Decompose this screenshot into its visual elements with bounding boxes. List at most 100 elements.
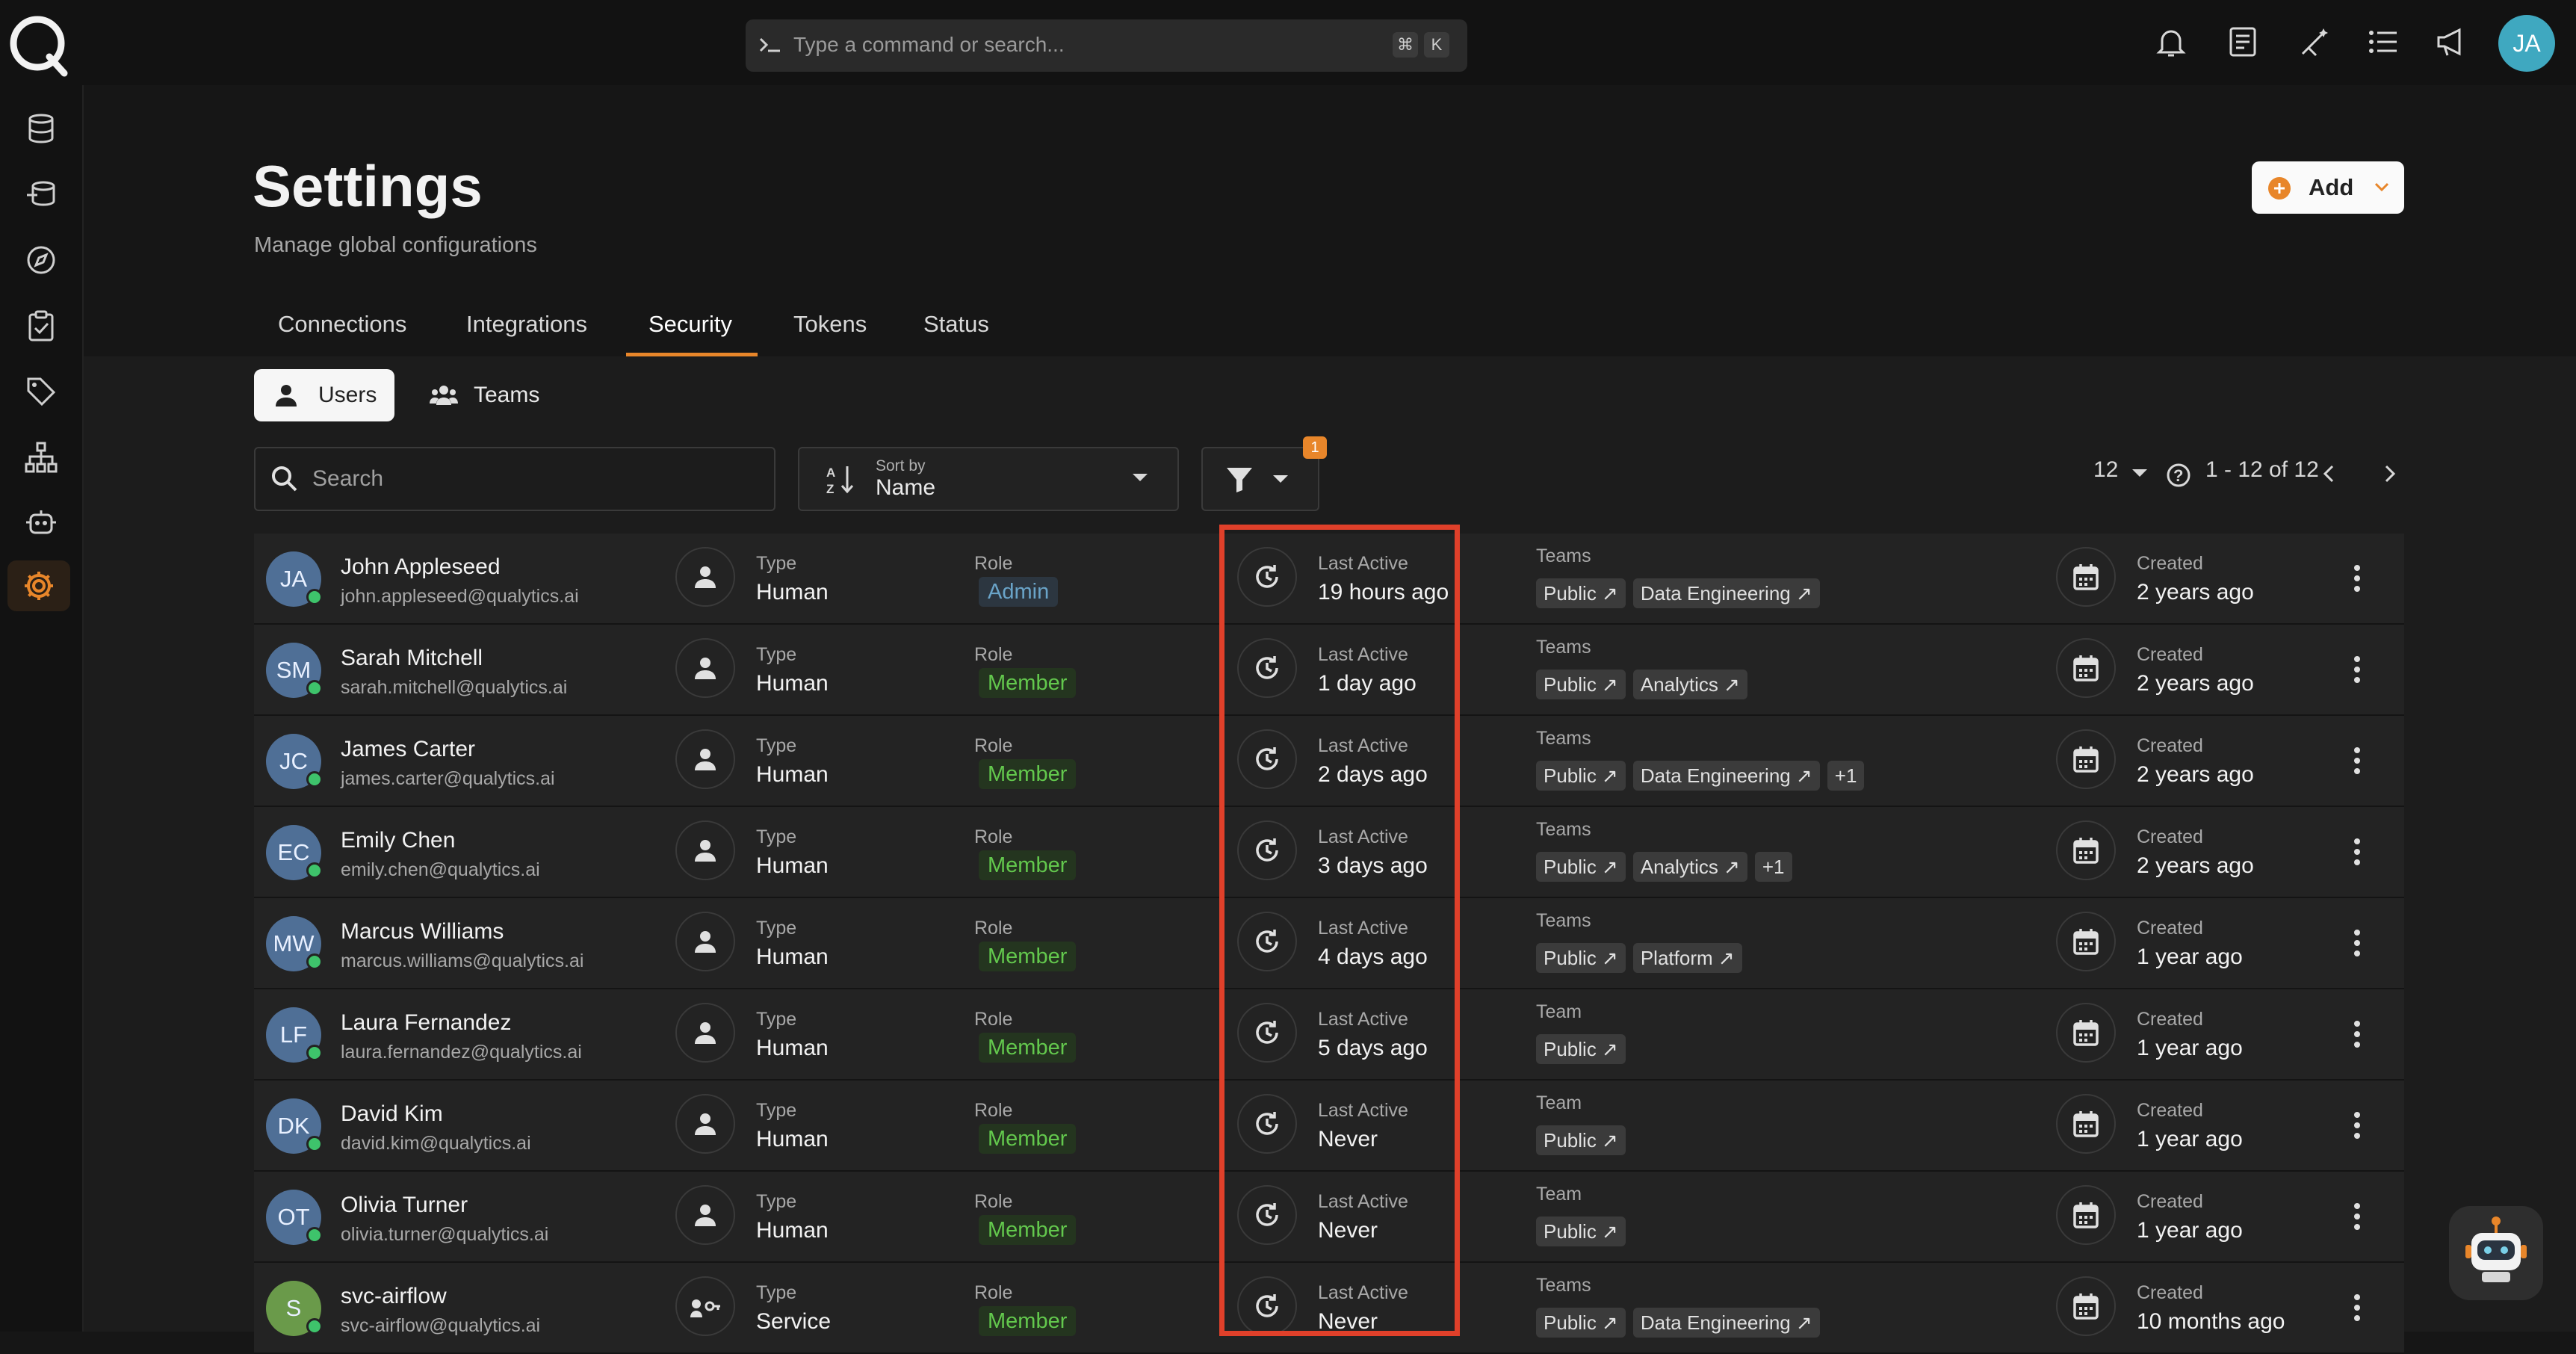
team-chip[interactable]: Public ↗ — [1536, 1308, 1626, 1338]
type-value: Human — [756, 853, 829, 878]
avatar: OT — [266, 1190, 323, 1245]
user-email: marcus.williams@qualytics.ai — [341, 950, 584, 971]
sort-select[interactable]: AZ Sort by Name — [798, 447, 1179, 511]
teams-label: Team — [1536, 1092, 1582, 1113]
more-options-icon[interactable] — [2352, 1019, 2362, 1049]
user-name[interactable]: Sarah Mitchell — [341, 646, 483, 671]
type-label: Type — [756, 553, 797, 574]
chevron-right-icon[interactable] — [2379, 462, 2400, 486]
team-chip[interactable]: Public ↗ — [1536, 1217, 1626, 1246]
tab-integrations[interactable]: Integrations — [466, 311, 587, 338]
user-name[interactable]: John Appleseed — [341, 554, 501, 580]
add-button-label: Add — [2309, 174, 2354, 200]
help-icon[interactable]: ? — [2165, 462, 2192, 489]
role-label: Role — [974, 644, 1013, 665]
online-status-dot — [306, 953, 323, 970]
caret-down-icon — [1272, 474, 1289, 484]
filter-icon — [1225, 466, 1254, 493]
list-icon[interactable] — [2367, 25, 2400, 58]
team-chip[interactable]: Public ↗ — [1536, 578, 1626, 608]
team-chip[interactable]: Analytics ↗ — [1632, 670, 1747, 699]
more-options-icon[interactable] — [2352, 563, 2362, 593]
team-chip[interactable]: Public ↗ — [1536, 852, 1626, 882]
team-chip[interactable]: Public ↗ — [1536, 1034, 1626, 1064]
compass-icon[interactable] — [20, 239, 62, 281]
user-name[interactable]: James Carter — [341, 737, 475, 762]
teams-label: Teams — [1536, 1275, 1591, 1296]
user-name[interactable]: Laura Fernandez — [341, 1010, 512, 1036]
robot-icon[interactable] — [20, 502, 62, 544]
created-label: Created — [2137, 1100, 2203, 1121]
created-label: Created — [2137, 918, 2203, 939]
created-label: Created — [2137, 553, 2203, 574]
sidebar — [0, 85, 84, 1332]
user-name[interactable]: svc-airflow — [341, 1284, 447, 1309]
user-name[interactable]: Marcus Williams — [341, 919, 504, 945]
team-chips: Public ↗ Analytics ↗ — [1536, 670, 1747, 699]
command-bar[interactable]: Type a command or search... ⌘ K — [746, 19, 1467, 72]
more-options-icon[interactable] — [2352, 746, 2362, 776]
team-chips: Public ↗ — [1536, 1125, 1626, 1155]
more-options-icon[interactable] — [2352, 1110, 2362, 1140]
team-chip[interactable]: Analytics ↗ — [1632, 852, 1747, 882]
tab-connections[interactable]: Connections — [278, 311, 406, 338]
user-name[interactable]: Emily Chen — [341, 828, 455, 853]
team-chip[interactable]: Public ↗ — [1536, 670, 1626, 699]
team-chip[interactable]: Public ↗ — [1536, 761, 1626, 791]
type-label: Type — [756, 1282, 797, 1303]
tab-status[interactable]: Status — [923, 311, 989, 338]
created-value: 2 years ago — [2137, 671, 2254, 696]
magic-wand-icon[interactable] — [2298, 25, 2331, 58]
filter-button[interactable] — [1201, 447, 1319, 511]
assistant-bot-button[interactable] — [2449, 1206, 2543, 1300]
more-options-icon[interactable] — [2352, 928, 2362, 958]
caret-down-icon[interactable] — [2131, 468, 2149, 478]
user-icon — [675, 1094, 735, 1154]
role-label: Role — [974, 553, 1013, 574]
hierarchy-icon[interactable] — [20, 436, 62, 478]
user-name[interactable]: Olivia Turner — [341, 1193, 468, 1218]
document-icon[interactable] — [2228, 25, 2258, 58]
calendar-icon — [2056, 547, 2116, 607]
bell-icon[interactable] — [2156, 25, 2186, 58]
last-active-highlight — [1219, 525, 1460, 1336]
data-flow-icon[interactable] — [20, 173, 62, 215]
avatar-initials: DK — [277, 1113, 310, 1139]
team-chip[interactable]: Data Engineering ↗ — [1632, 761, 1820, 791]
qualytics-logo[interactable] — [6, 12, 72, 78]
user-name[interactable]: David Kim — [341, 1101, 443, 1127]
more-options-icon[interactable] — [2352, 655, 2362, 684]
role-label: Role — [974, 1191, 1013, 1212]
team-chip[interactable]: +1 — [1827, 761, 1865, 791]
team-chip[interactable]: Public ↗ — [1536, 943, 1626, 973]
team-chip[interactable]: Public ↗ — [1536, 1125, 1626, 1155]
users-segment[interactable]: Users — [254, 369, 394, 421]
teams-segment[interactable]: Teams — [409, 369, 551, 421]
tab-security[interactable]: Security — [648, 311, 732, 338]
page-size-select[interactable]: 12 — [2093, 457, 2118, 483]
user-avatar[interactable]: JA — [2498, 15, 2555, 72]
chevron-left-icon[interactable] — [2319, 462, 2340, 486]
search-box[interactable] — [254, 447, 775, 511]
top-bar: Type a command or search... ⌘ K JA — [0, 0, 2576, 85]
terminal-icon — [758, 34, 783, 57]
database-icon[interactable] — [20, 108, 62, 149]
tab-tokens[interactable]: Tokens — [793, 311, 867, 338]
team-chip[interactable]: Data Engineering ↗ — [1632, 578, 1820, 608]
more-options-icon[interactable] — [2352, 1293, 2362, 1323]
type-label: Type — [756, 1191, 797, 1212]
more-options-icon[interactable] — [2352, 1202, 2362, 1231]
search-input[interactable] — [311, 463, 762, 495]
add-button[interactable]: Add — [2252, 161, 2404, 214]
user-email: john.appleseed@qualytics.ai — [341, 586, 579, 607]
team-chip[interactable]: Data Engineering ↗ — [1632, 1308, 1820, 1338]
more-options-icon[interactable] — [2352, 837, 2362, 867]
created-label: Created — [2137, 1191, 2203, 1212]
checklist-icon[interactable] — [20, 305, 62, 347]
team-chip[interactable]: +1 — [1754, 852, 1792, 882]
created-label: Created — [2137, 735, 2203, 756]
tag-icon[interactable] — [20, 371, 62, 412]
gear-icon[interactable] — [7, 560, 70, 611]
megaphone-icon[interactable] — [2436, 25, 2468, 58]
team-chip[interactable]: Platform ↗ — [1632, 943, 1742, 973]
